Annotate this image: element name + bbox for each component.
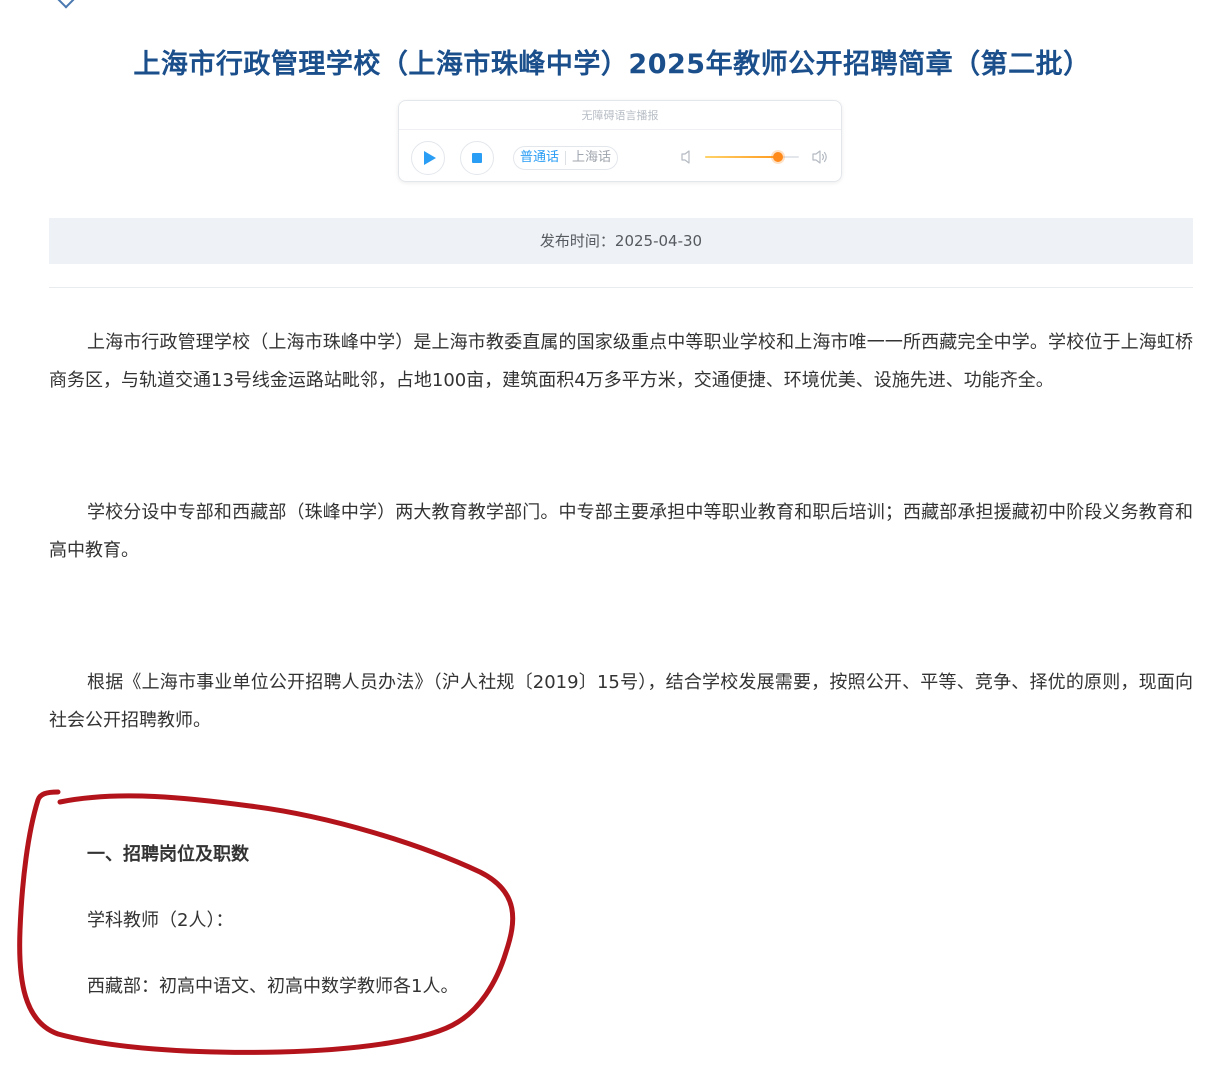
volume-slider-handle[interactable] (773, 152, 784, 162)
body-paragraph-basis: 根据《上海市事业单位公开招聘人员办法》（沪人社规〔2019〕15号），结合学校发… (49, 672, 1193, 731)
play-button[interactable] (411, 141, 445, 175)
volume-low-icon[interactable] (679, 149, 697, 165)
play-icon (424, 151, 436, 165)
page: 上海市行政管理学校（上海市珠峰中学）2025年教师公开招聘简章（第二批） 无障碍… (0, 0, 1224, 1080)
stop-icon (472, 153, 482, 163)
player-header: 无障碍语言播报 (399, 101, 841, 130)
body-paragraph-intro: 上海市行政管理学校（上海市珠峰中学）是上海市教委直属的国家级重点中等职业学校和上… (49, 332, 1193, 391)
volume-slider[interactable] (705, 152, 799, 162)
language-option-mandarin[interactable]: 普通话 (514, 147, 565, 169)
chevron-down-icon[interactable] (57, 0, 75, 9)
audio-player: 无障碍语言播报 普通话 上海话 (398, 100, 842, 182)
divider (49, 287, 1193, 288)
volume-high-icon[interactable] (811, 149, 829, 165)
language-option-shanghainese[interactable]: 上海话 (566, 147, 617, 169)
language-switch: 普通话 上海话 (513, 146, 619, 170)
positions-detail: 西藏部：初高中语文、初高中数学教师各1人。 (87, 976, 459, 997)
stop-button[interactable] (460, 141, 494, 175)
positions-summary: 学科教师（2人）： (87, 910, 234, 931)
volume-slider-fill (705, 156, 779, 158)
publish-date: 发布时间：2025-04-30 (49, 218, 1193, 264)
section-heading-positions: 一、招聘岗位及职数 (87, 844, 249, 865)
body-paragraph-departments: 学校分设中专部和西藏部（珠峰中学）两大教育教学部门。中专部主要承担中等职业教育和… (49, 502, 1193, 561)
article-title: 上海市行政管理学校（上海市珠峰中学）2025年教师公开招聘简章（第二批） (133, 49, 1091, 80)
